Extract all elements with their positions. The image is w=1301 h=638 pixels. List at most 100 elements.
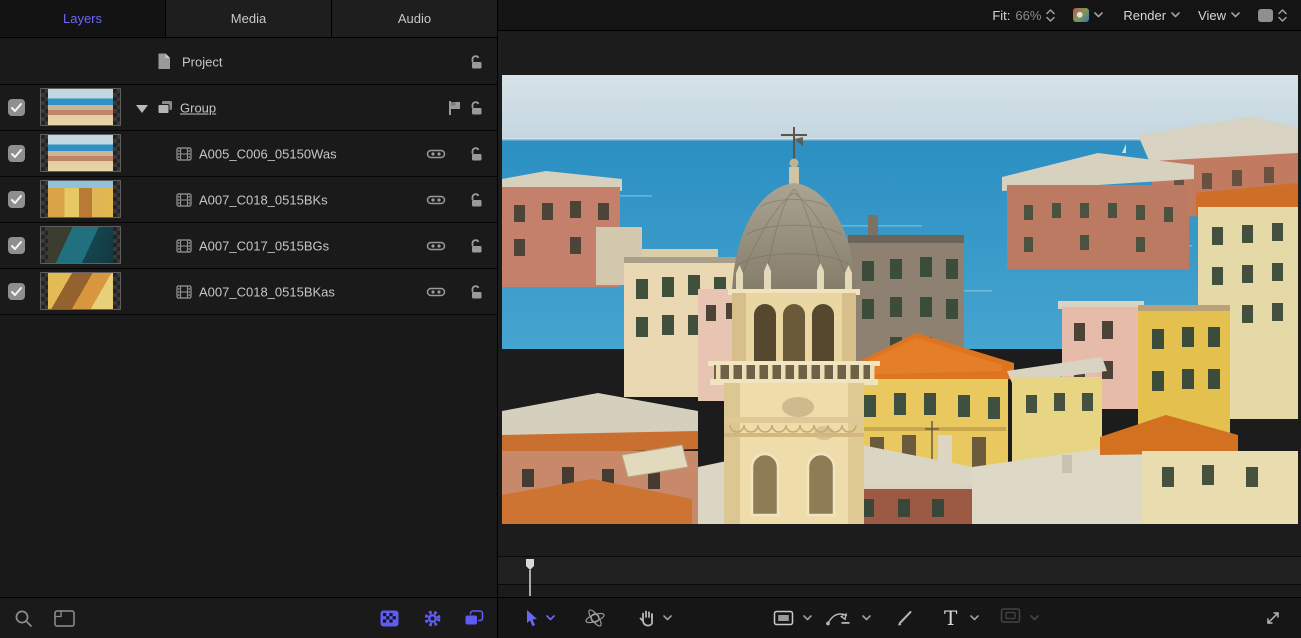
chevron-down-icon: [1094, 12, 1103, 18]
lock-icon[interactable]: [468, 238, 484, 254]
tab-layers[interactable]: Layers: [0, 0, 166, 37]
layer-thumbnail-image: [48, 273, 113, 309]
canvas-toolbar: T: [498, 597, 1301, 638]
film-icon: [176, 193, 192, 207]
transform-3d-tool-icon[interactable]: [584, 608, 606, 628]
tab-media[interactable]: Media: [166, 0, 332, 37]
layer-thumbnail[interactable]: [40, 134, 121, 172]
lock-icon[interactable]: [468, 192, 484, 208]
select-tool-icon[interactable]: [524, 609, 540, 627]
group-row[interactable]: Group: [0, 85, 497, 131]
link-icon[interactable]: [426, 148, 446, 160]
layer-checkbox[interactable]: [8, 191, 25, 208]
check-icon: [8, 99, 25, 116]
search-icon[interactable]: [14, 609, 33, 628]
layers-outline: Project Group: [0, 39, 497, 315]
expand-icon[interactable]: [1264, 609, 1282, 627]
bezier-tool-chevron-icon[interactable]: [862, 615, 871, 621]
project-label: Project: [182, 54, 222, 69]
link-icon[interactable]: [426, 194, 446, 206]
group-thumbnail[interactable]: [40, 88, 121, 126]
layer-name[interactable]: A007_C018_0515BKs: [199, 192, 328, 207]
layer-thumbnail[interactable]: [40, 226, 121, 264]
settings-gear-icon[interactable]: [423, 609, 442, 628]
display-stepper-icon: [1278, 8, 1287, 23]
link-icon[interactable]: [426, 286, 446, 298]
panel-tabbar: Layers Media Audio: [0, 0, 497, 38]
select-tool-chevron-icon[interactable]: [546, 615, 555, 621]
tab-audio[interactable]: Audio: [332, 0, 497, 37]
chevron-down-icon: [1231, 12, 1240, 18]
layer-checkbox[interactable]: [8, 283, 25, 300]
playhead-icon[interactable]: [524, 558, 536, 596]
canvas-scale-icon[interactable]: [54, 610, 75, 627]
group-thumbnail-image: [48, 89, 113, 125]
layer-thumbnail-image: [48, 227, 113, 263]
group-checkbox[interactable]: [8, 99, 25, 116]
mini-timeline[interactable]: [498, 556, 1301, 585]
lock-icon[interactable]: [468, 100, 484, 116]
link-icon[interactable]: [426, 240, 446, 252]
layer-row[interactable]: A007_C018_0515BKas: [0, 269, 497, 315]
zoom-control[interactable]: Fit: 66%: [992, 8, 1055, 23]
show-layers-icon[interactable]: [464, 610, 484, 626]
pan-tool-chevron-icon[interactable]: [663, 615, 672, 621]
layer-name[interactable]: A007_C017_0515BGs: [199, 238, 329, 253]
layer-thumbnail[interactable]: [40, 180, 121, 218]
disclosure-triangle-icon[interactable]: [136, 105, 148, 113]
document-icon: [157, 53, 171, 70]
text-tool-icon[interactable]: T: [944, 608, 957, 628]
film-icon: [176, 147, 192, 161]
panel-divider: [497, 0, 498, 638]
pan-tool-icon[interactable]: [638, 609, 656, 628]
chevron-down-icon: [1171, 12, 1180, 18]
mask-tool-chevron-icon: [1030, 615, 1039, 621]
layer-thumbnail-image: [48, 135, 113, 171]
bezier-tool-icon[interactable]: [826, 610, 850, 627]
lock-icon[interactable]: [468, 54, 484, 70]
layer-name[interactable]: A005_C006_05150Was: [199, 146, 337, 161]
view-menu[interactable]: View: [1198, 8, 1240, 23]
layer-checkbox[interactable]: [8, 145, 25, 162]
check-icon: [8, 283, 25, 300]
layer-name[interactable]: A007_C018_0515BKas: [199, 284, 335, 299]
mask-tool-icon: [1000, 608, 1021, 629]
color-channels-icon: [1073, 8, 1089, 22]
layer-row[interactable]: A005_C006_05150Was: [0, 131, 497, 177]
fit-label: Fit:: [992, 8, 1010, 23]
render-label: Render: [1123, 8, 1166, 23]
view-label: View: [1198, 8, 1226, 23]
layer-checkbox[interactable]: [8, 237, 25, 254]
layer-row[interactable]: A007_C017_0515BGs: [0, 223, 497, 269]
layer-row[interactable]: A007_C018_0515BKs: [0, 177, 497, 223]
zoom-value: 66%: [1015, 8, 1041, 23]
layer-thumbnail[interactable]: [40, 272, 121, 310]
text-tool-chevron-icon[interactable]: [970, 615, 979, 621]
color-channels-control[interactable]: [1073, 8, 1103, 22]
zoom-stepper-icon[interactable]: [1046, 8, 1055, 23]
flag-icon[interactable]: [447, 100, 462, 116]
film-icon: [176, 239, 192, 253]
shape-tool-icon[interactable]: [773, 610, 794, 626]
film-icon: [176, 285, 192, 299]
shape-tool-chevron-icon[interactable]: [803, 615, 812, 621]
canvas-viewport[interactable]: [498, 32, 1301, 556]
check-icon: [8, 237, 25, 254]
display-swatch-icon: [1258, 9, 1273, 22]
paint-tool-icon[interactable]: [896, 609, 914, 627]
layers-panel-footer: [0, 597, 497, 638]
group-icon: [156, 100, 174, 115]
check-icon: [8, 191, 25, 208]
group-label[interactable]: Group: [180, 100, 216, 115]
layer-thumbnail-image: [48, 181, 113, 217]
layers-panel: Layers Media Audio Project: [0, 0, 497, 638]
lock-icon[interactable]: [468, 146, 484, 162]
display-select-control[interactable]: [1258, 8, 1287, 23]
lock-icon[interactable]: [468, 284, 484, 300]
render-menu[interactable]: Render: [1123, 8, 1180, 23]
canvas-image[interactable]: [502, 75, 1298, 524]
check-icon: [8, 145, 25, 162]
project-row[interactable]: Project: [0, 39, 497, 85]
viewer-toolbar: Fit: 66% Render View: [498, 0, 1301, 31]
show-checkerboard-icon[interactable]: [380, 610, 399, 627]
